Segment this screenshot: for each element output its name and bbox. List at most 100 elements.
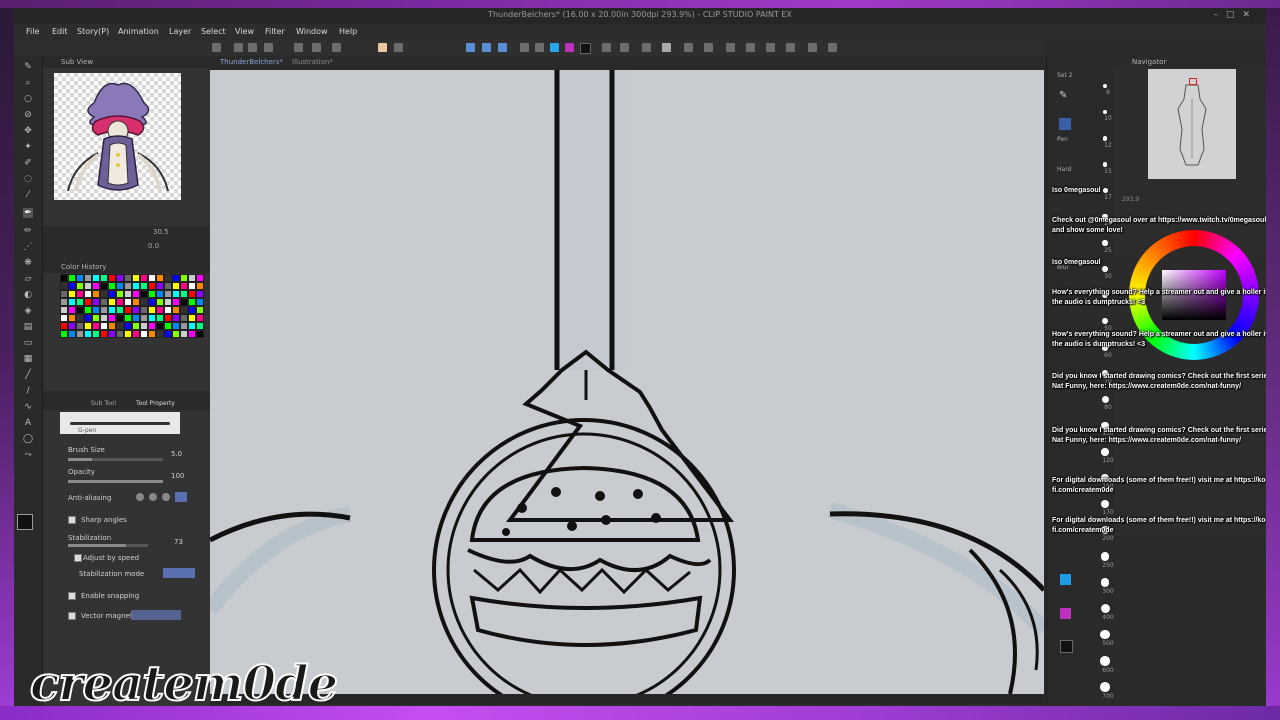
antialias-none-option[interactable]	[136, 493, 144, 501]
brush-size-dot[interactable]	[1100, 578, 1110, 587]
color-swatch[interactable]	[76, 298, 84, 306]
color-swatch[interactable]	[60, 274, 68, 282]
blend-tool-icon[interactable]: ◐	[23, 290, 33, 300]
move-tool-icon[interactable]: ✥	[23, 126, 33, 136]
color-swatch[interactable]	[180, 330, 188, 338]
eyedropper-tool-icon[interactable]: ⊘	[23, 110, 33, 120]
clear-icon[interactable]	[332, 43, 341, 52]
navigator-thumbnail[interactable]	[1148, 69, 1236, 179]
tab-tool-property[interactable]: Tool Property	[136, 400, 175, 407]
vector-magnet-checkbox[interactable]	[68, 612, 76, 620]
color-swatch[interactable]	[188, 322, 196, 330]
color-swatch[interactable]	[188, 314, 196, 322]
wand-tool-icon[interactable]: ⁄	[23, 190, 33, 200]
color-swatch[interactable]	[180, 322, 188, 330]
color-swatch[interactable]	[68, 282, 76, 290]
pen-brush-icon[interactable]: ✎	[1059, 90, 1071, 102]
close-button[interactable]: ✕	[1242, 10, 1258, 20]
color-swatch[interactable]	[172, 274, 180, 282]
color-swatch[interactable]	[140, 290, 148, 298]
color-swatch[interactable]	[140, 330, 148, 338]
color-swatch[interactable]	[140, 274, 148, 282]
opacity-slider[interactable]	[68, 480, 163, 483]
stabilization-value[interactable]: 73	[174, 538, 183, 546]
open-file-icon[interactable]	[248, 43, 257, 52]
new-file-icon[interactable]	[234, 43, 243, 52]
color-swatch[interactable]	[92, 274, 100, 282]
vector-magnet-options[interactable]	[131, 610, 181, 620]
color-swatch[interactable]	[148, 282, 156, 290]
brush-size-dot[interactable]	[1100, 656, 1110, 666]
color-swatch[interactable]	[108, 298, 116, 306]
brush-size-dot[interactable]	[1103, 84, 1107, 88]
color-swatch[interactable]	[92, 298, 100, 306]
color-swatch[interactable]	[84, 330, 92, 338]
color-swatch[interactable]	[108, 282, 116, 290]
color-swatch[interactable]	[188, 290, 196, 298]
color-swatch[interactable]	[100, 330, 108, 338]
color-swatch[interactable]	[164, 322, 172, 330]
menu-help[interactable]: Help	[339, 27, 357, 36]
color-swatch[interactable]	[124, 306, 132, 314]
crop-icon[interactable]	[828, 43, 837, 52]
color-swatch[interactable]	[148, 298, 156, 306]
color-swatch[interactable]	[84, 322, 92, 330]
color-swatch[interactable]	[84, 306, 92, 314]
color-swatch[interactable]	[164, 282, 172, 290]
brush-size-dot[interactable]	[1100, 604, 1110, 613]
color-swatch[interactable]	[116, 306, 124, 314]
color-swatch[interactable]	[140, 314, 148, 322]
color-swatch[interactable]	[156, 282, 164, 290]
color-swatch[interactable]	[116, 298, 124, 306]
color-swatch[interactable]	[172, 314, 180, 322]
color-swatch[interactable]	[116, 330, 124, 338]
color-swatch[interactable]	[196, 274, 204, 282]
color-swatch[interactable]	[148, 330, 156, 338]
color-swatch[interactable]	[100, 314, 108, 322]
color-swatch[interactable]	[108, 290, 116, 298]
curve-tool-icon[interactable]: ∿	[23, 402, 33, 412]
color-swatch[interactable]	[60, 306, 68, 314]
fill-tool-icon[interactable]: ◈	[23, 306, 33, 316]
balloon-tool-icon[interactable]: ◯	[23, 434, 33, 444]
color-swatch[interactable]	[132, 290, 140, 298]
color-swatch[interactable]	[108, 306, 116, 314]
canvas-icon[interactable]	[212, 43, 221, 52]
airbrush-tool-icon[interactable]: ⋰	[23, 242, 33, 252]
eraser-tool-icon[interactable]: ▱	[23, 274, 33, 284]
color-swatch[interactable]	[100, 298, 108, 306]
figure-tool-icon[interactable]: ▭	[23, 338, 33, 348]
color-swatch[interactable]	[76, 314, 84, 322]
color-swatch[interactable]	[132, 330, 140, 338]
brush-color-magenta[interactable]	[1060, 608, 1071, 619]
color-swatch[interactable]	[180, 290, 188, 298]
color-swatch[interactable]	[124, 322, 132, 330]
sub-view-reference-image[interactable]	[54, 73, 181, 200]
color-swatch[interactable]	[68, 274, 76, 282]
color-swatch[interactable]	[84, 298, 92, 306]
color-swatch[interactable]	[172, 290, 180, 298]
color-swatch[interactable]	[116, 290, 124, 298]
color-swatch[interactable]	[108, 322, 116, 330]
tab-thunderbelchers[interactable]: ThunderBelchers*	[220, 58, 283, 66]
ruler-icon[interactable]	[466, 43, 475, 52]
stabilization-mode-select[interactable]	[163, 568, 195, 578]
snap-icon[interactable]	[482, 43, 491, 52]
menu-view[interactable]: View	[235, 27, 254, 36]
pencil-icon[interactable]	[620, 43, 629, 52]
transform-icon[interactable]	[394, 43, 403, 52]
color-swatch[interactable]	[196, 322, 204, 330]
tab-sub-tool[interactable]: Sub Tool	[91, 400, 116, 407]
color-swatch[interactable]	[172, 306, 180, 314]
color-swatch[interactable]	[164, 314, 172, 322]
color-swatch[interactable]	[76, 290, 84, 298]
rotate-icon[interactable]	[704, 43, 713, 52]
color-swatch[interactable]	[180, 282, 188, 290]
color-swatch[interactable]	[188, 330, 196, 338]
select-icon[interactable]	[662, 43, 671, 52]
color-swatch[interactable]	[132, 274, 140, 282]
color-swatch[interactable]	[84, 282, 92, 290]
color-swatch[interactable]	[148, 306, 156, 314]
menu-select[interactable]: Select	[201, 27, 226, 36]
pen-tool-icon[interactable]: ✎	[23, 62, 33, 72]
